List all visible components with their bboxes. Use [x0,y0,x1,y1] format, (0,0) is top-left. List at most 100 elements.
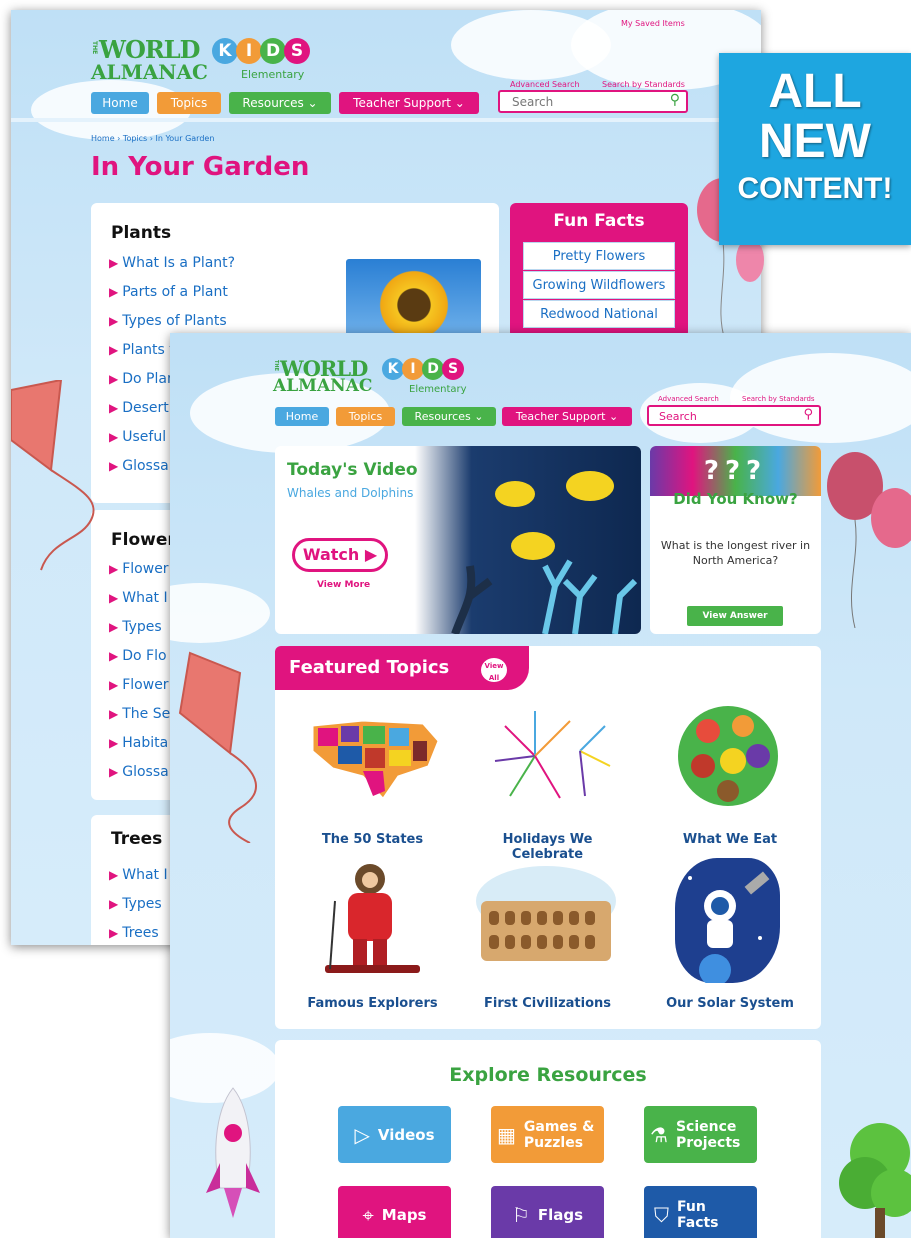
explorer-icon [325,864,420,973]
search-input[interactable]: Search ⚲ [647,405,821,426]
fun-fact-link[interactable]: Pretty Flowers [523,242,675,270]
state-texas [363,771,385,796]
colosseum-illustration[interactable] [471,861,621,981]
nav-topics[interactable]: Topics [336,407,395,426]
coral [451,565,493,634]
food-circle-icon [678,706,778,806]
video-title: Today's Video [287,460,418,480]
food-item [746,744,770,768]
search-placeholder: Search [659,410,697,423]
us-map-illustration[interactable] [303,706,443,806]
logo-kids-i: I [402,358,424,380]
trees-item-label: What I [122,867,168,883]
my-saved-items-link[interactable]: My Saved Items [621,19,685,28]
kite-body [178,651,242,755]
flags-button[interactable]: ⚐ Flags [491,1186,604,1238]
topic-label[interactable]: What We Eat [655,832,805,847]
flowers-item-label: The Se [122,706,171,722]
nav-resources[interactable]: Resources ⌄ [229,92,331,114]
nav-home[interactable]: Home [275,407,329,426]
logo-kids-d: D [422,358,444,380]
breadcrumb[interactable]: Home › Topics › In Your Garden [91,134,214,143]
nav-home[interactable]: Home [91,92,149,114]
plants-item-label: Parts of a Plant [122,284,228,300]
triangle-right-icon: ▶ [109,343,119,357]
nav-teacher-support[interactable]: Teacher Support ⌄ [502,407,632,426]
badge-line-3: CONTENT! [737,172,893,205]
flowers-item[interactable]: ▶ Types [109,619,162,635]
balloons-illustration [827,452,911,628]
topic-label[interactable]: Famous Explorers [295,996,450,1011]
site-logo[interactable]: THE WORLD ALMANAC K I D S Elementary [91,38,331,93]
triangle-right-icon: ▶ [109,926,119,940]
sunflower-petals [376,267,452,343]
flowers-item[interactable]: ▶ Do Flo [109,648,167,664]
trees-item-label: Types [122,896,162,912]
flowers-item[interactable]: ▶ Flower [109,677,169,693]
explorer-illustration[interactable] [315,861,425,981]
question-marks-banner: ??? [650,446,821,496]
videos-button[interactable]: ▷ Videos [338,1106,451,1163]
trees-item[interactable]: ▶ Types [109,896,162,912]
science-projects-button[interactable]: ⚗ Science Projects [644,1106,757,1163]
flowers-item[interactable]: ▶ Habita [109,735,168,751]
ski-pole [329,900,336,970]
plants-item[interactable]: ▶ Types of Plants [109,313,227,329]
nav-resources[interactable]: Resources ⌄ [402,407,496,426]
topic-label[interactable]: Our Solar System [655,996,805,1011]
watch-button[interactable]: Watch ▶ [292,538,388,572]
planet [699,954,731,986]
site-logo[interactable]: THE WORLD ALMANAC K I D S Elementary [273,358,493,408]
topic-label[interactable]: Holidays We Celebrate [465,832,630,862]
fireworks-illustration[interactable] [485,706,615,806]
badge-line-2: NEW [759,115,871,168]
search-input[interactable]: Search ⚲ [498,90,688,113]
trees-item[interactable]: ▶ What I [109,867,168,883]
plants-item[interactable]: ▶ What Is a Plant? [109,255,235,271]
search-by-standards-link[interactable]: Search by Standards [602,80,685,89]
flowers-item-label: Glossar [122,764,175,780]
plants-item[interactable]: ▶ Plants t [109,342,175,358]
view-more-link[interactable]: View More [317,580,370,590]
games-puzzles-button[interactable]: ▦ Games & Puzzles [491,1106,604,1163]
logo-the: THE [273,360,279,372]
flowers-item[interactable]: ▶ The Se [109,706,170,722]
plants-item-label: Useful [122,429,167,445]
search-icon[interactable]: ⚲ [803,407,813,422]
plants-item[interactable]: ▶ Parts of a Plant [109,284,228,300]
tree-trunk [875,1208,885,1238]
plants-item-label: What Is a Plant? [122,255,236,271]
science-label: Science Projects [675,1118,741,1151]
food-illustration[interactable] [673,701,783,811]
trees-item[interactable]: ▶ Trees [109,925,159,941]
search-icon[interactable]: ⚲ [670,92,680,108]
fun-fact-link[interactable]: Growing Wildflowers [523,271,675,299]
topic-label[interactable]: The 50 States [295,832,450,847]
food-item [720,748,746,774]
state [363,726,385,744]
advanced-search-link[interactable]: Advanced Search [510,80,580,89]
flowers-item[interactable]: ▶ Glossar [109,764,174,780]
kite-body [11,380,63,472]
nav-teacher-support[interactable]: Teacher Support ⌄ [339,92,479,114]
view-answer-button[interactable]: View Answer [687,606,783,626]
advanced-search-link[interactable]: Advanced Search [658,395,719,403]
view-all-button[interactable]: View All [479,656,509,684]
fun-facts-button[interactable]: ⛉ Fun Facts [644,1186,757,1238]
astronaut-illustration[interactable] [675,858,780,986]
logo-almanac: ALMANAC [91,60,208,84]
balloon-string [850,519,857,628]
ocean-video-thumbnail[interactable] [415,446,641,634]
maps-button[interactable]: ⌖ Maps [338,1186,451,1238]
fun-fact-link[interactable]: Redwood National Park [523,300,675,350]
state [413,741,427,761]
logo-elementary: Elementary [241,68,305,81]
explorer-sled [325,965,420,973]
fish [511,532,555,560]
topic-label[interactable]: First Civilizations [465,996,630,1011]
flag-icon: ⚐ [511,1202,530,1227]
search-by-standards-link[interactable]: Search by Standards [742,395,815,403]
video-subtitle: Whales and Dolphins [287,486,414,500]
triangle-right-icon: ▶ [109,897,119,911]
nav-topics[interactable]: Topics [157,92,221,114]
